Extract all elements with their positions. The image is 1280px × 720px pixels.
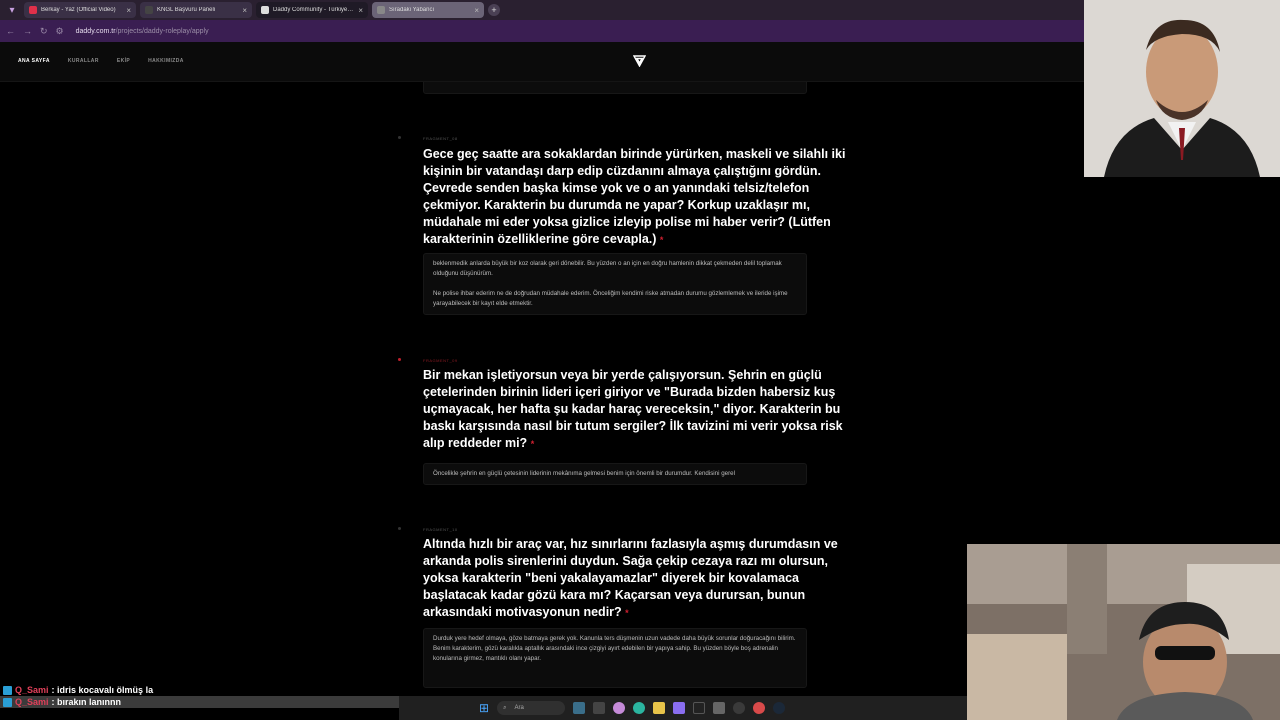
browser-app-icon[interactable] (613, 702, 626, 714)
chat-username: Q_Sami (15, 697, 49, 707)
site-logo-icon[interactable] (633, 55, 646, 67)
url-field[interactable]: daddy.com.tr/projects/daddy-roleplay/app… (76, 28, 209, 35)
chat-username: Q_Sami (15, 685, 49, 695)
question-text: Altında hızlı bir araç var, hız sınırlar… (423, 537, 838, 619)
tab-close-icon[interactable]: × (474, 6, 479, 15)
tab-close-icon[interactable]: × (126, 6, 131, 15)
streamer-webcam-bottom (967, 544, 1280, 720)
nav-link-about[interactable]: HAKKIMIZDA (148, 58, 184, 64)
tab-title: Daddy Community - Türkiye'nin (273, 7, 355, 13)
browser-tab-4[interactable]: Sıradaki Yabancı × (372, 2, 484, 18)
tab-close-icon[interactable]: × (358, 6, 363, 15)
question-title: Gece geç saatte ara sokaklardan birinde … (423, 146, 859, 249)
forward-icon[interactable]: → (23, 26, 32, 36)
os-taskbar: ⊞ ⌕ Ara (399, 696, 967, 720)
search-label: Ara (514, 705, 524, 711)
reload-icon[interactable]: ↻ (40, 26, 48, 37)
tab-title: Sıradaki Yabancı (389, 7, 435, 13)
chat-text: : idris kocavalı ölmüş la (51, 685, 154, 695)
fragment-marker (398, 527, 401, 530)
streamer-webcam-top (1084, 0, 1280, 177)
obs-app-icon[interactable] (733, 702, 746, 714)
nav-link-rules[interactable]: KURALLAR (68, 58, 99, 64)
tab-favicon-icon (261, 6, 269, 14)
question-title: Bir mekan işletiyorsun veya bir yerde ça… (423, 367, 859, 453)
task-view-icon[interactable] (593, 702, 606, 714)
tab-title: Berkay - Yaz (Official Video) (41, 7, 116, 13)
tab-favicon-icon (145, 6, 153, 14)
chat-message: Q_Sami : bırakın lanınnn (0, 696, 400, 708)
tab-favicon-icon (29, 6, 37, 14)
chat-message: Q_Sami : idris kocavalı ölmüş la (0, 684, 400, 696)
answer-textarea[interactable]: beklenmedik anlarda büyük bir koz olarak… (423, 253, 807, 315)
stream-chat-overlay: Q_Sami : idris kocavalı ölmüş la Q_Sami … (0, 684, 400, 708)
fragment-marker (398, 136, 401, 139)
start-menu-icon[interactable]: ⊞ (479, 701, 489, 715)
question-text: Gece geç saatte ara sokaklardan birinde … (423, 147, 846, 246)
browser-tab-3[interactable]: Daddy Community - Türkiye'nin × (256, 2, 368, 18)
required-mark: * (530, 439, 535, 449)
answer-paragraph: Öncelikle şehrin en güçlü çetesinin lide… (433, 470, 735, 477)
site-info-icon[interactable]: ⚙ (56, 26, 64, 37)
chat-badge-icon (3, 685, 12, 695)
person-portrait-image (1084, 0, 1280, 177)
chat-text: : bırakın lanınnn (51, 697, 122, 707)
answer-paragraph: beklenmedik anlarda büyük bir koz olarak… (433, 260, 782, 277)
answer-textarea[interactable]: Öncelikle şehrin en güçlü çetesinin lide… (423, 463, 807, 485)
fragment-label: FRAGMENT_10 (423, 527, 458, 532)
url-path: /projects/daddy-roleplay/apply (115, 27, 209, 35)
previous-answer-box[interactable] (423, 82, 807, 94)
back-icon[interactable]: ← (6, 26, 15, 36)
browser-tab-1[interactable]: Berkay - Yaz (Official Video) × (24, 2, 136, 18)
question-text: Bir mekan işletiyorsun veya bir yerde ça… (423, 368, 843, 450)
chat-badge-icon (3, 697, 12, 707)
room-webcam-image (967, 544, 1280, 720)
question-title: Altında hızlı bir araç var, hız sınırlar… (423, 536, 859, 622)
folder-app-icon[interactable] (653, 702, 666, 714)
browser-tab-2[interactable]: KNGL Başvuru Paneli × (140, 2, 252, 18)
fragment-label: FRAGMENT_09 (423, 358, 458, 363)
tab-close-icon[interactable]: × (242, 6, 247, 15)
app-icon[interactable] (713, 702, 726, 714)
terminal-app-icon[interactable] (693, 702, 706, 714)
new-tab-button[interactable]: + (488, 4, 500, 16)
answer-paragraph: Durduk yere hedef olmaya, göze batmaya g… (433, 635, 796, 662)
nav-link-team[interactable]: EKİP (117, 58, 130, 64)
edge-app-icon[interactable] (633, 702, 646, 714)
url-host: daddy.com.tr (75, 27, 116, 35)
steam-app-icon[interactable] (773, 702, 786, 714)
tab-title: KNGL Başvuru Paneli (157, 7, 216, 13)
taskbar-search[interactable]: ⌕ Ara (497, 701, 566, 715)
app-icon[interactable] (753, 702, 766, 714)
required-mark: * (659, 235, 664, 245)
search-icon: ⌕ (503, 704, 507, 711)
discord-app-icon[interactable] (673, 702, 686, 714)
answer-textarea[interactable]: Durduk yere hedef olmaya, göze batmaya g… (423, 628, 807, 688)
fragment-marker (398, 358, 401, 361)
answer-paragraph: Ne polise ihbar ederim ne de doğrudan mü… (433, 290, 788, 307)
tab-favicon-icon (377, 6, 385, 14)
nav-link-home[interactable]: ANA SAYFA (18, 58, 50, 64)
required-mark: * (625, 608, 629, 618)
widget-icon[interactable] (573, 702, 586, 714)
site-nav-links: ANA SAYFA KURALLAR EKİP HAKKIMIZDA (18, 58, 184, 64)
tab-menu-icon[interactable]: ▾ (4, 2, 20, 18)
fragment-label: FRAGMENT_08 (423, 136, 458, 141)
